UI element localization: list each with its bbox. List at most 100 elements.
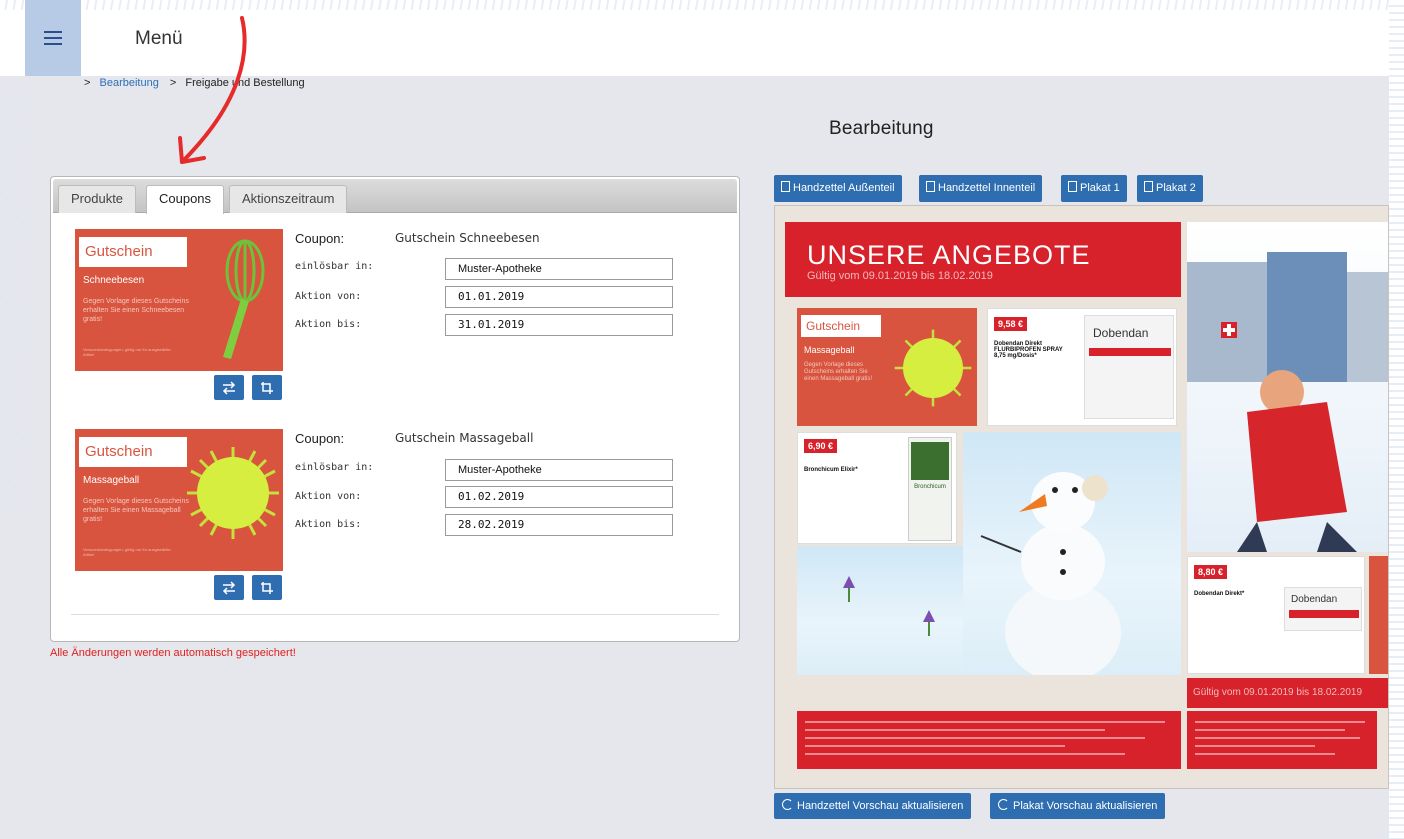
page-icon: [1068, 181, 1077, 192]
page-heading: Bearbeitung: [829, 118, 934, 139]
coupon-image-fine-print: Versuchsbedingungen: gültig nur für ausg…: [83, 547, 171, 557]
swap-coupon-button[interactable]: [214, 575, 244, 600]
whisk-icon: [223, 239, 265, 359]
flyer-headline-banner: UNSERE ANGEBOTE Gültig vom 09.01.2019 bi…: [785, 222, 1181, 297]
menu-button[interactable]: [25, 0, 81, 76]
hamburger-icon: [44, 31, 62, 45]
to-label: Aktion bis:: [295, 519, 362, 530]
flyer-coupon: Gutschein Massageball Gegen Vorlage dies…: [797, 308, 977, 426]
product-price: 6,90 €: [804, 439, 838, 453]
product-pack-image: Dobendan: [1284, 587, 1362, 631]
massage-ball-icon: [894, 329, 972, 407]
pharmacy-street-icon: [1187, 252, 1388, 552]
tab-coupons[interactable]: Coupons: [146, 185, 225, 214]
flyer-coupon-name: Massageball: [804, 345, 855, 355]
coupon-image-name: Schneebesen: [83, 275, 145, 286]
coupon-image-label: Gutschein: [79, 437, 187, 467]
flyer-preview[interactable]: UNSERE ANGEBOTE Gültig vom 09.01.2019 bi…: [774, 205, 1389, 789]
to-date-field[interactable]: 31.01.2019: [445, 314, 673, 336]
flyer-headline: UNSERE ANGEBOTE: [807, 240, 1091, 270]
refresh-plakat-preview-button[interactable]: Plakat Vorschau aktualisieren: [990, 793, 1166, 819]
coupon-key-label: Coupon:: [295, 431, 345, 446]
from-date-field[interactable]: 01.01.2019: [445, 286, 673, 308]
crop-coupon-button[interactable]: [252, 375, 282, 400]
product-brand: Bronchicum: [914, 484, 946, 490]
product-price: 9,58 €: [994, 317, 1028, 331]
redeemable-label: einlösbar in:: [295, 261, 374, 272]
flyer-validity: Gültig vom 09.01.2019 bis 18.02.2019: [807, 270, 993, 282]
button-label: Handzettel Innenteil: [938, 182, 1036, 194]
tab-produkte[interactable]: Produkte: [58, 185, 137, 213]
page-icon: [926, 181, 935, 192]
button-label: Handzettel Außenteil: [793, 182, 895, 194]
plakat-2-button[interactable]: Plakat 2: [1137, 175, 1203, 202]
to-label: Aktion bis:: [295, 319, 362, 330]
coupon-image: Gutschein Massageball Gegen Vorlage dies…: [75, 429, 283, 571]
coupon-image-desc: Gegen Vorlage dieses Gutscheins erhalten…: [83, 298, 189, 323]
page-icon: [1144, 181, 1153, 192]
autosave-note: Alle Änderungen werden automatisch gespe…: [50, 647, 296, 659]
product-brand: Dobendan: [1093, 326, 1149, 340]
coupon-image-desc: Gegen Vorlage dieses Gutscheins erhalten…: [83, 498, 189, 523]
snowman-icon: [980, 472, 1121, 675]
redeemable-label: einlösbar in:: [295, 462, 374, 473]
tab-bar: Produkte Coupons Aktionszeitraum: [53, 179, 737, 214]
flyer-product-card: 9,58 € Dobendan Direkt FLURBIPROFEN SPRA…: [987, 308, 1177, 426]
swap-icon: [222, 380, 236, 395]
coupon-image-name: Massageball: [83, 475, 140, 486]
from-label: Aktion von:: [295, 491, 362, 502]
to-date-field[interactable]: 28.02.2019: [445, 514, 673, 536]
product-brand: Dobendan: [1291, 594, 1338, 605]
refresh-icon: [782, 799, 793, 810]
button-label: Handzettel Vorschau aktualisieren: [797, 800, 964, 812]
plakat-1-button[interactable]: Plakat 1: [1061, 175, 1127, 202]
product-price: 8,80 €: [1194, 565, 1228, 579]
flyer-product-card: 6,90 € Bronchicum Elixir* Bronchicum: [797, 432, 957, 544]
coupon-image-fine-print: Versuchsbedingungen: gültig nur für ausg…: [83, 347, 171, 357]
annotation-arrow-icon: [178, 16, 247, 164]
left-decor-stripe: [0, 90, 25, 510]
tab-aktionszeitraum[interactable]: Aktionszeitraum: [229, 185, 348, 213]
massage-ball-icon: [187, 447, 279, 539]
page-icon: [781, 181, 790, 192]
divider: [71, 614, 719, 615]
coupon-name-value: Gutschein Schneebesen: [395, 231, 540, 245]
redeemable-field[interactable]: Muster-Apotheke: [445, 459, 673, 481]
flyer-winter-scene: [963, 432, 1181, 675]
refresh-handzettel-preview-button[interactable]: Handzettel Vorschau aktualisieren: [774, 793, 972, 819]
from-label: Aktion von:: [295, 291, 362, 302]
crocus-icon: [843, 576, 935, 636]
handzettel-aussenteil-button[interactable]: Handzettel Außenteil: [774, 175, 902, 202]
flyer-snow-ground: [797, 546, 963, 675]
product-pack-image: Bronchicum: [908, 437, 952, 541]
button-label: Plakat 1: [1080, 182, 1120, 194]
coupon-image: Gutschein Schneebesen Gegen Vorlage dies…: [75, 229, 283, 371]
flyer-city-scene: [1187, 222, 1388, 552]
from-date-field[interactable]: 01.02.2019: [445, 486, 673, 508]
coupon-key-label: Coupon:: [295, 231, 345, 246]
flyer-coupon-desc: Gegen Vorlage dieses Gutscheins erhalten…: [804, 362, 873, 382]
crop-icon: [261, 581, 273, 594]
swap-coupon-button[interactable]: [214, 375, 244, 400]
flyer-coupon-edge: [1369, 556, 1388, 674]
flyer-product-card: 8,80 € Dobendan Direkt* Dobendan: [1187, 556, 1365, 674]
breadcrumb-separator: >: [84, 77, 91, 89]
flyer-disclaimer: [797, 711, 1181, 769]
flyer-validity-footer: Gültig vom 09.01.2019 bis 18.02.2019: [1187, 678, 1388, 708]
product-name: Dobendan Direkt FLURBIPROFEN SPRAY 8,75 …: [994, 341, 1063, 359]
product-name: Dobendan Direkt*: [1194, 591, 1245, 597]
crop-coupon-button[interactable]: [252, 575, 282, 600]
product-name: Bronchicum Elixir*: [804, 467, 858, 473]
refresh-icon: [998, 799, 1009, 810]
button-label: Plakat Vorschau aktualisieren: [1013, 800, 1158, 812]
right-decor-stripe: [1389, 0, 1404, 839]
flyer-disclaimer: [1187, 711, 1377, 769]
product-pack-image: Dobendan: [1084, 315, 1174, 419]
redeemable-field[interactable]: Muster-Apotheke: [445, 258, 673, 280]
swap-icon: [222, 580, 236, 595]
breadcrumb-link-bearbeitung[interactable]: Bearbeitung: [100, 77, 159, 89]
editor-panel: Produkte Coupons Aktionszeitraum Gutsche…: [50, 176, 740, 642]
flyer-coupon-label: Gutschein: [801, 315, 881, 337]
handzettel-innenteil-button[interactable]: Handzettel Innenteil: [919, 175, 1043, 202]
coupon-image-label: Gutschein: [79, 237, 187, 267]
